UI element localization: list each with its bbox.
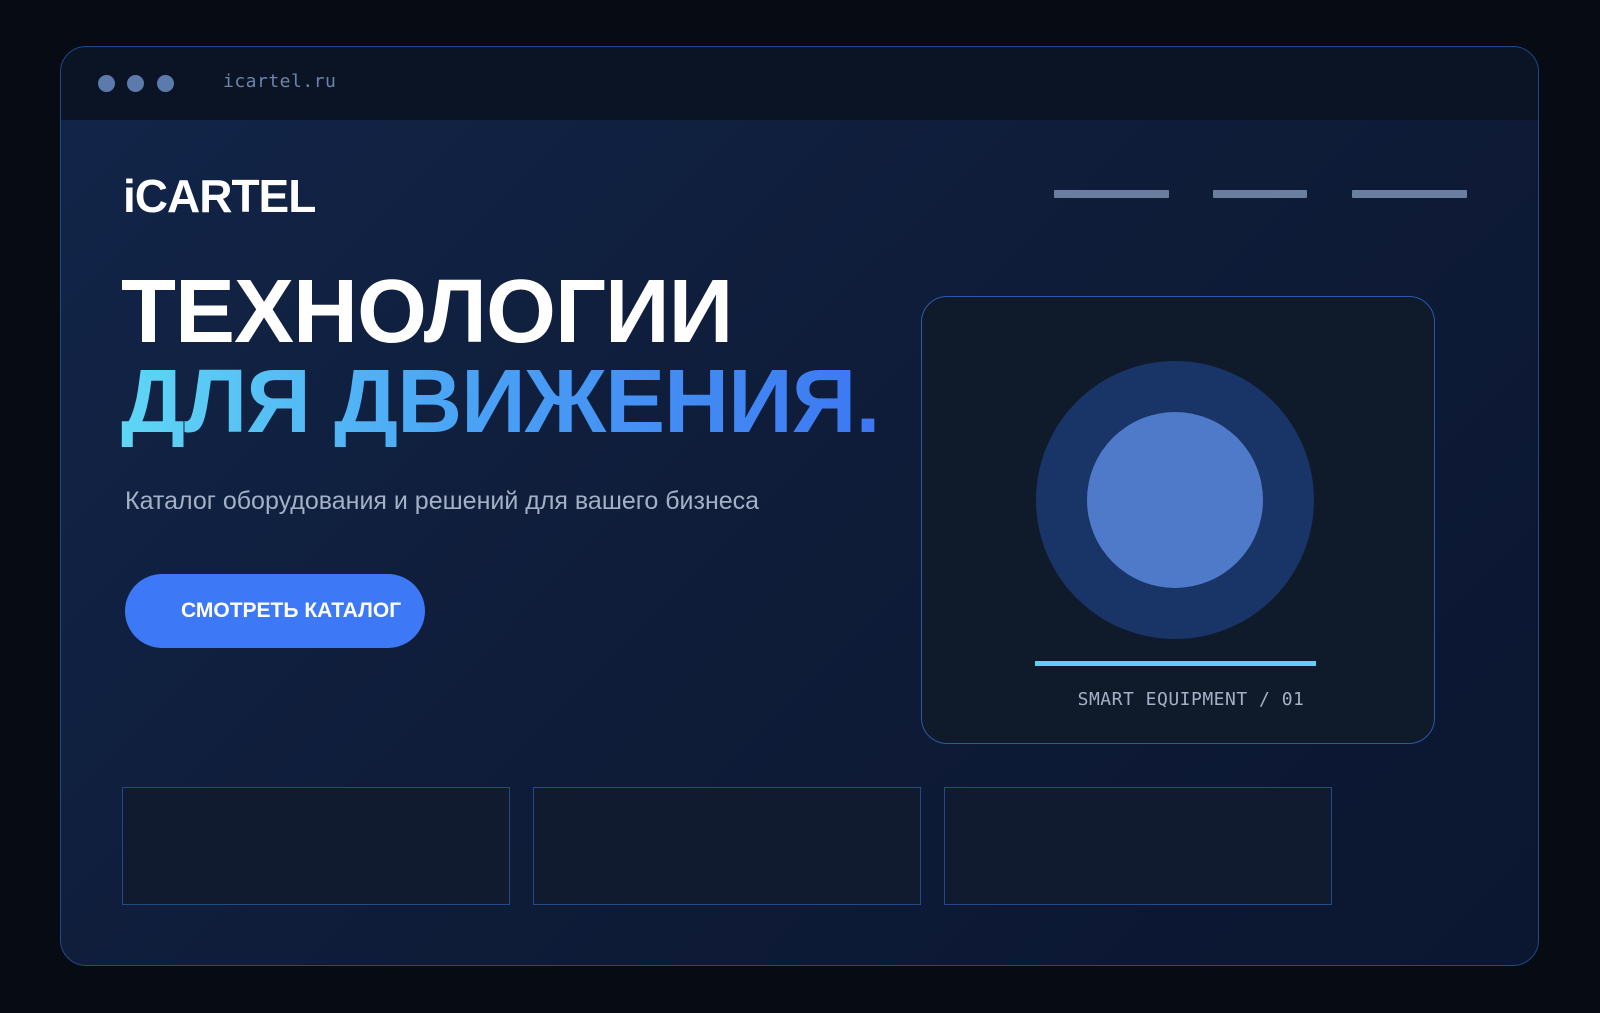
hero-title-line-2: ДЛЯ ДВИЖЕНИЯ.	[121, 352, 881, 452]
view-catalog-button[interactable]: СМОТРЕТЬ КАТАЛОГ	[125, 574, 425, 648]
feature-card-1[interactable]	[122, 787, 510, 905]
feature-card-2[interactable]	[533, 787, 921, 905]
address-bar-url[interactable]: icartel.ru	[223, 71, 336, 92]
product-accent-line	[1035, 661, 1316, 666]
site-logo[interactable]: iCARTEL	[123, 169, 316, 223]
window-maximize-dot-icon[interactable]	[157, 75, 174, 92]
product-card[interactable]: SMART EQUIPMENT / 01	[921, 296, 1435, 744]
product-card-caption: SMART EQUIPMENT / 01	[1077, 689, 1305, 710]
browser-window: icartel.ru iCARTEL ТЕХНОЛОГИИ ДЛЯ ДВИЖЕН…	[60, 46, 1539, 966]
product-circle-inner	[1087, 412, 1263, 588]
nav-link-2[interactable]	[1213, 190, 1307, 198]
nav-link-1[interactable]	[1054, 190, 1169, 198]
window-close-dot-icon[interactable]	[98, 75, 115, 92]
hero-title-line-1: ТЕХНОЛОГИИ	[121, 262, 733, 362]
browser-titlebar: icartel.ru	[61, 47, 1538, 120]
nav-link-3[interactable]	[1352, 190, 1467, 198]
window-minimize-dot-icon[interactable]	[127, 75, 144, 92]
hero-subtitle: Каталог оборудования и решений для вашег…	[125, 487, 760, 515]
feature-card-3[interactable]	[944, 787, 1332, 905]
